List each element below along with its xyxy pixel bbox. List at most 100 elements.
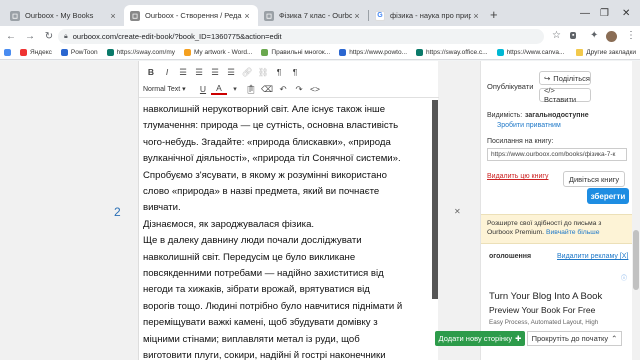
text-line: переміщувати важкі камені, щоб збудувати… <box>143 317 378 329</box>
ad-subtitle: Preview Your Book For Free <box>489 305 596 315</box>
text-color-icon[interactable]: A <box>211 83 227 95</box>
lock-icon: 🔒︎ <box>64 32 68 40</box>
extension-icon[interactable]: ▪ <box>570 32 577 39</box>
tab-title: фізика - наука про природу - <box>390 11 471 20</box>
align-center-icon[interactable]: ☰ <box>191 67 207 78</box>
menu-dots-icon[interactable]: ⋮ <box>626 30 636 41</box>
format-select[interactable]: Normal Text ▾ <box>143 85 189 93</box>
tab-edit-book[interactable]: ◻ Ourboox - Створення / Редагува × <box>124 5 258 26</box>
bold-icon[interactable]: B <box>143 67 159 77</box>
bookmark-item[interactable]: https://sway.office.c... <box>416 49 488 56</box>
page-scrollbar[interactable] <box>632 61 640 360</box>
apps-grid-icon <box>4 49 11 56</box>
link-icon[interactable]: 🔗︎ <box>239 67 255 78</box>
close-tab-icon[interactable]: × <box>242 11 252 21</box>
close-tab-icon[interactable]: × <box>108 11 118 21</box>
close-tab-icon[interactable]: × <box>471 11 481 21</box>
underline-icon[interactable]: U <box>195 84 211 94</box>
avatar[interactable] <box>606 31 617 42</box>
tab-title: Ourboox - My Books <box>25 11 94 20</box>
rich-text-editor[interactable]: B I ☰ ☰ ☰ ☰ 🔗︎ ⛓ ¶ ¶ Normal Text ▾ U A ▾… <box>138 61 439 360</box>
ourboox-favicon-icon: ◻ <box>264 10 274 21</box>
book-settings-panel: Опублікувати ↪ Поділіться </> Вставити Ви… <box>480 61 633 360</box>
minimize-icon[interactable]: — <box>580 8 590 19</box>
align-right-icon[interactable]: ☰ <box>207 67 223 78</box>
canva-icon <box>496 49 504 56</box>
align-left-icon[interactable]: ☰ <box>175 67 191 78</box>
powtoon-icon <box>339 49 347 56</box>
forward-icon[interactable]: → <box>22 31 38 42</box>
share-icon: ↪ <box>544 73 551 83</box>
preview-book-button[interactable]: Дивіться книгу <box>563 171 625 187</box>
chevron-up-icon: ⌃ <box>611 334 618 343</box>
align-justify-icon[interactable]: ☰ <box>223 67 239 78</box>
premium-learn-more-link[interactable]: Вивчайте більше <box>546 229 600 236</box>
bookmark-item[interactable]: https://www.canva... <box>496 49 564 56</box>
reload-icon[interactable]: ↻ <box>41 31 57 42</box>
scrollbar-thumb[interactable] <box>633 230 639 290</box>
page-content: 2 B I ☰ ☰ ☰ ☰ 🔗︎ ⛓ ¶ ¶ Normal Text ▾ U A… <box>0 61 640 360</box>
publish-label: Опублікувати <box>487 82 534 91</box>
yandex-icon <box>20 49 27 56</box>
ad-small-text: Easy Process, Automated Layout, High <box>489 319 599 326</box>
bookmark-star-icon[interactable]: ☆ <box>552 30 561 41</box>
close-window-icon[interactable]: ✕ <box>622 8 630 19</box>
paragraph-ltr-icon[interactable]: ¶ <box>271 67 287 77</box>
extensions-puzzle-icon[interactable]: ✦ <box>590 30 598 41</box>
ads-label: оголошення <box>489 253 532 260</box>
back-icon[interactable]: ← <box>3 31 19 42</box>
delete-book-link[interactable]: Видалить цю книгу <box>487 173 548 180</box>
make-private-link[interactable]: Зробити приватним <box>497 122 561 129</box>
wordwall-icon <box>184 49 192 56</box>
new-tab-icon[interactable]: + <box>490 8 498 21</box>
code-icon[interactable]: <> <box>307 84 323 94</box>
maximize-icon[interactable]: ❐ <box>600 8 609 19</box>
editor-scrollbar[interactable] <box>432 100 438 299</box>
address-bar-row: ← → ↻ 🔒︎ ourboox.com/create-edit-book/?b… <box>0 26 640 46</box>
text-line: міцними стінами; виплавляти метал із руд… <box>143 333 360 345</box>
sway-icon <box>106 49 114 56</box>
other-bookmarks[interactable]: Другие закладки <box>576 49 636 56</box>
tab-physics[interactable]: ◻ Фізика 7 клас - Ourboox × <box>258 5 368 26</box>
bookmark-item[interactable]: My artwork - Word... <box>184 49 252 56</box>
unlink-icon[interactable]: ⛓ <box>255 67 271 78</box>
bookmark-item[interactable]: PowToon <box>60 49 98 56</box>
bookmark-item[interactable]: Яндекс <box>20 49 52 56</box>
page-number: 2 <box>114 205 121 219</box>
ad-info-icon[interactable]: ⓘ <box>621 273 627 282</box>
book-link-field[interactable]: https://www.ourboox.com/books/фізика-7-к <box>487 148 627 161</box>
remove-ads-link[interactable]: Видалити рекламу [X] <box>557 253 628 260</box>
text-line: Ще в далеку давнину люди почали досліджу… <box>143 235 362 247</box>
italic-icon[interactable]: I <box>159 67 175 77</box>
text-line: слово «природа» в назві предмета, який в… <box>143 186 380 198</box>
bookmark-item[interactable]: https://www.powto... <box>339 49 407 56</box>
tab-my-books[interactable]: ◻ Ourboox - My Books × <box>4 5 124 26</box>
text-line: тлумачення: природа — це сутність, основ… <box>143 120 399 132</box>
book-link-label: Посилання на книгу: <box>487 138 554 145</box>
editor-text[interactable]: навколишній нерукотворний світ. Але існу… <box>143 102 418 360</box>
dropdown-arrow-icon[interactable]: ▾ <box>227 85 243 93</box>
paste-text-icon[interactable]: 📋︎ <box>243 84 259 95</box>
bookmark-item[interactable]: https://sway.com/my <box>106 49 175 56</box>
save-button[interactable]: зберегти <box>587 188 629 204</box>
bookmark-item[interactable]: Правильні многок... <box>261 49 330 56</box>
tab-strip: ◻ Ourboox - My Books × ◻ Ourboox - Створ… <box>0 0 640 26</box>
tab-search[interactable]: G фізика - наука про природу - × <box>369 5 487 26</box>
bookmark-item[interactable] <box>4 49 14 56</box>
undo-icon[interactable]: ↶ <box>275 84 291 95</box>
bookmarks-bar: Яндекс PowToon https://sway.com/my My ar… <box>0 46 640 60</box>
insert-button[interactable]: </> Вставити <box>539 86 591 104</box>
add-page-button[interactable]: Додати нову сторінку ✚ <box>435 331 525 346</box>
text-line: ворогів тощо. Людині потрібно було навчи… <box>143 300 403 312</box>
text-line: повсякденними потребами — надійно захист… <box>143 268 384 280</box>
paragraph-rtl-icon[interactable]: ¶ <box>287 67 303 77</box>
share-button[interactable]: ↪ Поділіться <box>539 71 591 85</box>
plus-icon: ✚ <box>515 334 522 343</box>
close-tab-icon[interactable]: × <box>352 11 362 21</box>
omnibox[interactable]: 🔒︎ ourboox.com/create-edit-book/?book_ID… <box>58 29 544 44</box>
scroll-to-top-button[interactable]: Прокрутіть до початку ⌃ <box>527 331 622 346</box>
powtoon-icon <box>60 49 68 56</box>
clear-format-icon[interactable]: ⌫ <box>259 84 275 95</box>
close-icon[interactable]: ✕ <box>454 207 461 216</box>
redo-icon[interactable]: ↷ <box>291 84 307 95</box>
